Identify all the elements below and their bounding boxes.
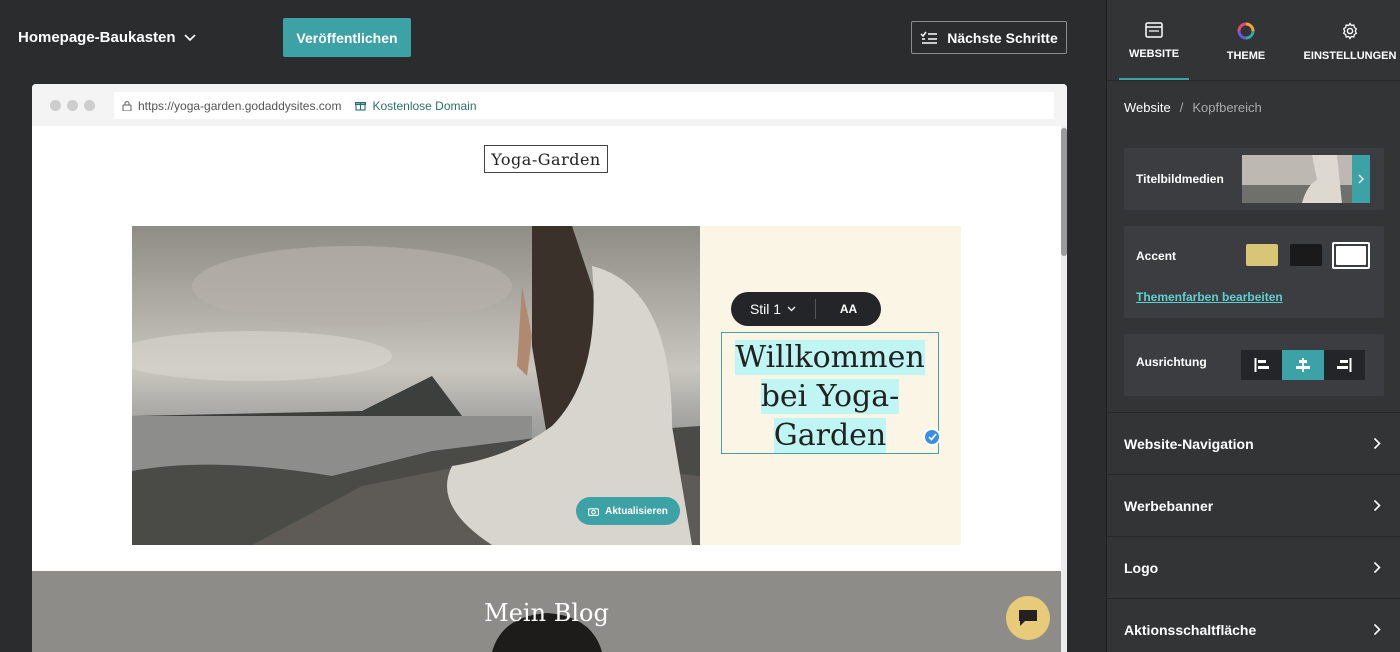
chevron-right-icon bbox=[1373, 437, 1381, 450]
style-label: Stil 1 bbox=[749, 301, 782, 317]
blog-section[interactable]: Mein Blog bbox=[32, 571, 1061, 652]
align-left-icon bbox=[1254, 358, 1269, 372]
breadcrumb-separator: / bbox=[1179, 100, 1184, 115]
align-right-button[interactable] bbox=[1324, 350, 1365, 380]
browser-window-icon bbox=[1145, 22, 1163, 38]
next-steps-button[interactable]: Nächste Schritte bbox=[911, 21, 1067, 54]
checklist-icon bbox=[920, 31, 938, 44]
window-dot bbox=[84, 100, 95, 111]
window-dot bbox=[67, 100, 78, 111]
accent-card: Accent Themenfarben bearbeiten bbox=[1124, 226, 1384, 318]
window-dot bbox=[50, 100, 61, 111]
blog-title: Mein Blog bbox=[484, 599, 609, 627]
breadcrumb: Website / Kopfbereich bbox=[1124, 100, 1262, 115]
chevron-down-icon bbox=[183, 33, 196, 41]
tab-label: THEME bbox=[1226, 50, 1266, 62]
tab-label: WEBSITE bbox=[1128, 48, 1180, 60]
text-style-toolbar: Stil 1 AA bbox=[731, 292, 881, 326]
update-label: Aktualisieren bbox=[605, 505, 668, 517]
panel-tabs: WEBSITE THEME EINSTELLUNGEN bbox=[1107, 0, 1400, 81]
lock-icon bbox=[122, 100, 132, 111]
camera-icon bbox=[588, 507, 600, 516]
accent-label: Accent bbox=[1136, 249, 1177, 263]
chevron-right-icon bbox=[1358, 174, 1364, 184]
nav-row-banner[interactable]: Werbebanner bbox=[1107, 474, 1400, 536]
media-next-button[interactable] bbox=[1352, 155, 1370, 203]
headline-line: bei Yoga- bbox=[760, 379, 900, 414]
header-media-card[interactable]: Titelbildmedien bbox=[1124, 148, 1384, 210]
checkmark-icon[interactable] bbox=[923, 428, 941, 446]
publish-button[interactable]: Veröffentlichen bbox=[283, 18, 411, 57]
free-domain-link[interactable]: Kostenlose Domain bbox=[355, 98, 477, 113]
alignment-toggle bbox=[1241, 350, 1365, 380]
nav-row-logo[interactable]: Logo bbox=[1107, 536, 1400, 598]
free-domain-label: Kostenlose Domain bbox=[372, 98, 477, 113]
url-text: https://yoga-garden.godaddysites.com bbox=[138, 98, 342, 113]
next-steps-label: Nächste Schritte bbox=[947, 29, 1058, 46]
nav-row-label: Logo bbox=[1124, 559, 1159, 576]
headline-line: Garden bbox=[773, 418, 887, 453]
site-preview: https://yoga-garden.godaddysites.com Kos… bbox=[32, 84, 1067, 652]
media-thumbnail[interactable] bbox=[1242, 155, 1352, 203]
style-selector[interactable]: Stil 1 bbox=[731, 301, 815, 317]
tab-website[interactable]: WEBSITE bbox=[1119, 0, 1189, 80]
chevron-right-icon bbox=[1373, 499, 1381, 512]
headline-textbox[interactable]: Willkommen bei Yoga- Garden bbox=[721, 332, 939, 454]
accent-swatch-gold[interactable] bbox=[1246, 244, 1278, 266]
media-label: Titelbildmedien bbox=[1136, 172, 1224, 186]
top-bar: Homepage-Baukasten Veröffentlichen Nächs… bbox=[0, 0, 1106, 76]
accent-swatch-black[interactable] bbox=[1290, 244, 1322, 266]
chevron-right-icon bbox=[1373, 623, 1381, 636]
gift-icon bbox=[355, 101, 367, 111]
chat-icon bbox=[1019, 610, 1037, 626]
nav-row-website-navigation[interactable]: Website-Navigation bbox=[1107, 412, 1400, 474]
nav-row-label: Aktionsschaltfläche bbox=[1124, 621, 1257, 638]
chevron-down-icon bbox=[787, 306, 796, 312]
scroll-thumb[interactable] bbox=[1061, 128, 1067, 256]
update-image-button[interactable]: Aktualisieren bbox=[576, 497, 680, 525]
gear-icon bbox=[1342, 22, 1358, 40]
browser-bar: https://yoga-garden.godaddysites.com Kos… bbox=[32, 84, 1067, 126]
right-panel: WEBSITE THEME EINSTELLUNGEN Website / Ko… bbox=[1106, 0, 1400, 652]
edit-theme-colors-link[interactable]: Themenfarben bearbeiten bbox=[1136, 290, 1283, 304]
align-right-icon bbox=[1337, 358, 1352, 372]
url-bar: https://yoga-garden.godaddysites.com Kos… bbox=[114, 92, 1054, 119]
preview-scrollbar[interactable] bbox=[1061, 126, 1067, 652]
alignment-card: Ausrichtung bbox=[1124, 334, 1384, 396]
align-left-button[interactable] bbox=[1241, 350, 1282, 380]
site-switcher[interactable]: Homepage-Baukasten bbox=[18, 29, 196, 46]
align-center-icon bbox=[1295, 358, 1310, 372]
breadcrumb-current: Kopfbereich bbox=[1192, 100, 1262, 115]
nav-row-label: Werbebanner bbox=[1124, 497, 1214, 514]
alignment-label: Ausrichtung bbox=[1136, 355, 1207, 369]
tab-settings[interactable]: EINSTELLUNGEN bbox=[1303, 0, 1397, 80]
hero-text-panel: Stil 1 AA Willkommen bei Yoga- Garden bbox=[700, 226, 961, 545]
align-center-button[interactable] bbox=[1282, 350, 1324, 380]
breadcrumb-root[interactable]: Website bbox=[1124, 100, 1171, 115]
headline-line: Willkommen bbox=[735, 340, 925, 375]
chat-button[interactable] bbox=[1006, 596, 1050, 640]
nav-row-label: Website-Navigation bbox=[1124, 435, 1254, 452]
site-logo[interactable]: Yoga-Garden bbox=[484, 145, 608, 173]
site-name: Homepage-Baukasten bbox=[18, 29, 176, 46]
color-ring-icon bbox=[1237, 22, 1255, 40]
font-size-button[interactable]: AA bbox=[816, 302, 881, 316]
accent-swatch-white[interactable] bbox=[1332, 242, 1370, 269]
tab-label: EINSTELLUNGEN bbox=[1303, 50, 1397, 62]
tab-theme[interactable]: THEME bbox=[1211, 0, 1281, 80]
chevron-right-icon bbox=[1373, 561, 1381, 574]
nav-row-action-button[interactable]: Aktionsschaltfläche bbox=[1107, 598, 1400, 652]
